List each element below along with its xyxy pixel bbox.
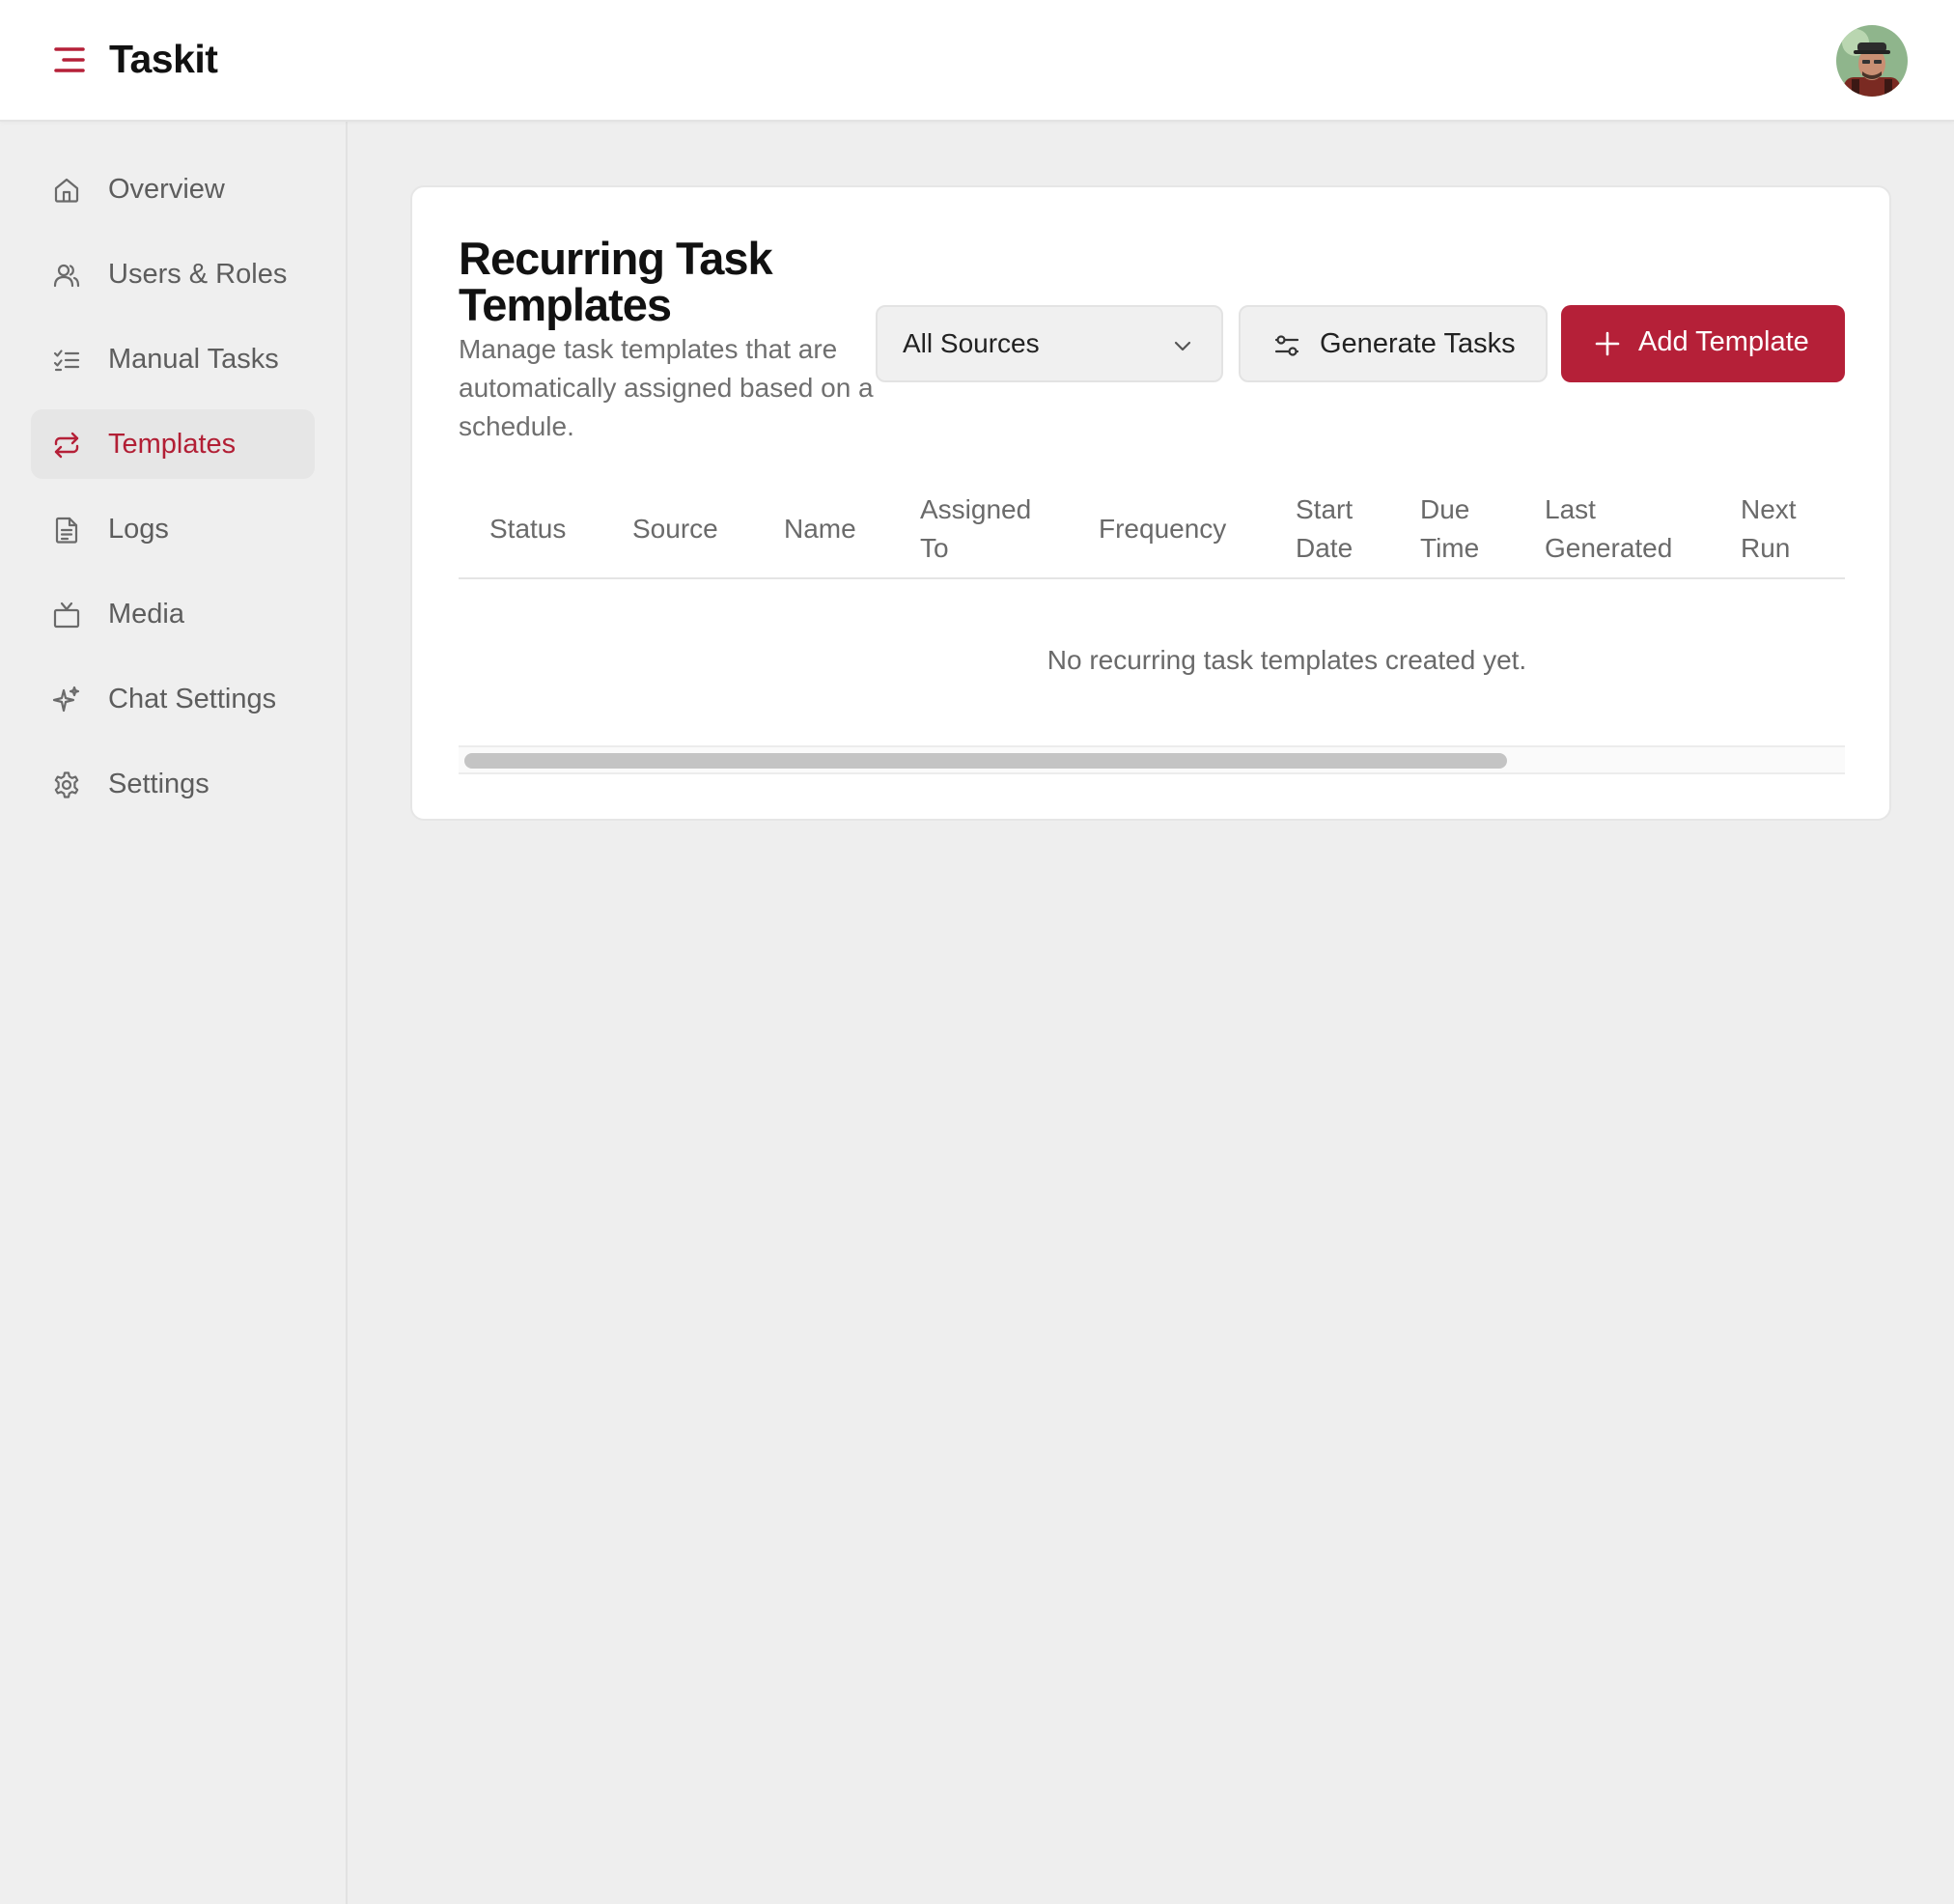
templates-card: Recurring Task Templates Manage task tem…: [410, 185, 1891, 821]
source-filter-value: All Sources: [903, 328, 1040, 358]
document-icon: [52, 516, 81, 545]
source-filter-select[interactable]: All Sources: [876, 305, 1223, 382]
add-template-button[interactable]: Add Template: [1561, 305, 1845, 382]
add-template-label: Add Template: [1638, 326, 1809, 357]
users-icon: [52, 261, 81, 290]
column-header-status[interactable]: Status: [489, 510, 566, 548]
avatar[interactable]: [1836, 25, 1908, 97]
sidebar-item-label: Manual Tasks: [108, 344, 279, 375]
sidebar-item-label: Chat Settings: [108, 684, 277, 714]
menu-icon[interactable]: [54, 44, 85, 75]
column-header-source[interactable]: Source: [632, 510, 718, 548]
horizontal-scrollbar[interactable]: [459, 745, 1845, 774]
gear-icon: [52, 770, 81, 799]
sidebar-item-media[interactable]: Media: [31, 579, 315, 649]
table-header: Status Source Name Assigned To Frequency…: [459, 479, 1845, 579]
empty-state-message: No recurring task templates created yet.: [1047, 645, 1527, 675]
sidebar-item-settings[interactable]: Settings: [31, 749, 315, 819]
home-icon: [52, 176, 81, 205]
column-header-due-time[interactable]: Due Time: [1420, 490, 1497, 568]
sidebar-item-label: Overview: [108, 174, 225, 205]
sidebar-item-label: Settings: [108, 769, 209, 799]
sidebar-item-label: Templates: [108, 429, 237, 460]
column-header-last-generated[interactable]: Last Generated: [1545, 490, 1689, 568]
chevron-down-icon: [1171, 334, 1194, 357]
tv-icon: [52, 601, 81, 630]
app-title: Taskit: [109, 37, 218, 81]
sidebar-item-label: Users & Roles: [108, 259, 288, 290]
column-header-frequency[interactable]: Frequency: [1099, 510, 1226, 548]
sidebar: Overview Users & Roles Manual Tasks Temp…: [0, 122, 348, 1904]
page-subtitle: Manage task templates that are automatic…: [459, 334, 874, 441]
sidebar-item-label: Media: [108, 599, 184, 630]
scrollbar-thumb[interactable]: [464, 753, 1507, 769]
sliders-icon: [1273, 332, 1300, 359]
sidebar-item-manual-tasks[interactable]: Manual Tasks: [31, 324, 315, 394]
sidebar-item-chat-settings[interactable]: Chat Settings: [31, 664, 315, 734]
plus-icon: [1594, 330, 1621, 357]
column-header-next-run[interactable]: Next Run: [1741, 490, 1808, 568]
repeat-icon: [52, 431, 81, 460]
page-title: Recurring Task Templates: [459, 233, 773, 330]
column-header-name[interactable]: Name: [784, 510, 856, 548]
column-header-start-date[interactable]: Start Date: [1296, 490, 1373, 568]
sidebar-item-overview[interactable]: Overview: [31, 154, 315, 224]
checklist-icon: [52, 346, 81, 375]
top-bar: Taskit: [0, 0, 1954, 122]
sidebar-item-logs[interactable]: Logs: [31, 494, 315, 564]
sidebar-item-users-roles[interactable]: Users & Roles: [31, 239, 315, 309]
generate-tasks-button[interactable]: Generate Tasks: [1239, 305, 1548, 382]
column-header-assigned-to[interactable]: Assigned To: [920, 490, 1046, 568]
sidebar-item-label: Logs: [108, 514, 169, 545]
sidebar-item-templates[interactable]: Templates: [31, 409, 315, 479]
sparkles-icon: [52, 686, 81, 714]
generate-tasks-label: Generate Tasks: [1320, 328, 1516, 359]
